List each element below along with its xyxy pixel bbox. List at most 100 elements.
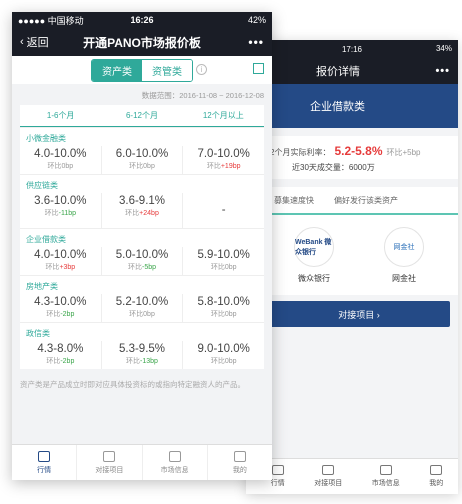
category-label: 供应链类 (20, 174, 264, 193)
tab-projects[interactable]: 对接项目 (77, 445, 143, 480)
table-body: 小微金融类 4.0-10.0% 环比0bp 6.0-10.0% 环比0bp 7.0-10.… (20, 127, 264, 369)
table-header: 1-6个月 6-12个月 12个月以上 (20, 105, 264, 127)
rate-cell[interactable]: 3.6-9.1% 环比+24bp (102, 193, 184, 228)
tab-label: 市场信息 (371, 480, 400, 487)
tab-fast-raise[interactable]: 募集速度快 (274, 195, 314, 206)
rate-range: 5.2-10.0% (115, 296, 169, 308)
tab-me[interactable]: 我的 (208, 445, 272, 480)
category-label: 房地产类 (20, 275, 264, 294)
more-menu-icon[interactable]: ••• (435, 65, 450, 77)
institution-wangjinshe[interactable]: 网金社 网金社 (384, 226, 424, 284)
segmented-control: 资产类 资管类 (91, 58, 193, 82)
change-value: 环比-13bp (126, 358, 158, 365)
change-prefix: 环比 (44, 210, 59, 217)
tab-market[interactable]: 行情 (12, 445, 78, 480)
rate-cell[interactable]: 5.3-9.5% 环比-13bp (102, 341, 184, 369)
change-amount: -11bp (58, 210, 77, 217)
tab-label: 行情 (270, 480, 285, 487)
rate-cell[interactable]: - (183, 193, 264, 228)
rate-range: 4.3-8.0% (37, 343, 84, 355)
tab-market-info[interactable]: 市场信息 (372, 465, 400, 488)
status-time: 16:26 (130, 15, 154, 25)
change-value: 环比-2bp (46, 311, 74, 318)
tab-projects[interactable]: 对接项目 (314, 465, 342, 488)
change-prefix: 环比 (46, 358, 61, 365)
nav-bar: ‹ 返回 开通PANO市场报价板 ••• (12, 28, 272, 56)
rate-cell[interactable]: 4.0-10.0% 环比0bp (20, 146, 102, 174)
tab-label: 行情 (37, 466, 52, 474)
rate-cell[interactable]: 4.3-10.0% 环比-2bp (20, 294, 102, 322)
change-prefix: 环比 (126, 358, 141, 365)
nav-title: 开通PANO市场报价板 (83, 35, 201, 50)
change-text: 环比0bp (183, 356, 264, 366)
status-bar: ●●●●● 中国移动 16:26 42% (12, 12, 272, 28)
chart-icon (379, 465, 392, 475)
tab-market[interactable]: 行情 (271, 465, 285, 488)
change-value: 环比0bp (129, 311, 155, 318)
rate-cell[interactable]: 5.8-10.0% 环比0bp (183, 294, 264, 322)
rate-cell[interactable]: 4.0-10.0% 环比+3bp (20, 247, 102, 275)
change-prefix: 环比 (46, 311, 61, 318)
quote-board-screen: ●●●●● 中国移动 16:26 42% ‹ 返回 开通PANO市场报价板 •••… (12, 12, 272, 480)
rate-cell[interactable]: 4.3-8.0% 环比-2bp (20, 341, 102, 369)
change-amount: -5bp (142, 264, 157, 271)
table-row[interactable]: 4.3-10.0% 环比-2bp 5.2-10.0% 环比0bp 5.8-10.0% 环比… (20, 294, 264, 322)
change-value: 环比0bp (210, 264, 237, 271)
table-row[interactable]: 4.0-10.0% 环比0bp 6.0-10.0% 环比0bp 7.0-10.0% 环比+… (20, 146, 264, 174)
tab-label: 市场信息 (160, 466, 189, 474)
change-prefix: 环比 (125, 210, 140, 217)
change-value: 环比0bp (47, 163, 74, 170)
webank-logo-icon: WeBank 微众银行 (294, 226, 334, 267)
change-value: 环比+19bp (207, 163, 241, 170)
rate-range: 9.0-10.0% (197, 343, 250, 355)
change-text: 环比+24bp (102, 208, 183, 218)
rate-range: 3.6-10.0% (34, 195, 87, 207)
table-row[interactable]: 3.6-10.0% 环比-11bp 3.6-9.1% 环比+24bp - (20, 193, 264, 228)
share-icon[interactable] (253, 63, 264, 74)
footnote: 资产类是产品成立时即对应具体投资标的或指向特定融资人的产品。 (20, 380, 245, 389)
detail-tabs: 募集速度快 偏好发行该类资产 (246, 187, 458, 215)
institution-list: WeBank 微众银行 微众银行 网金社 网金社 (246, 215, 458, 295)
rate-cell[interactable]: 3.6-10.0% 环比-11bp (20, 193, 102, 228)
change-prefix: 环比 (128, 264, 142, 271)
rate-cell[interactable]: 9.0-10.0% 环比0bp (183, 341, 264, 369)
change-value: 环比-5bp (128, 264, 156, 271)
nav-bar: 报价详情 ••• (246, 58, 458, 84)
category-label: 企业借款类 (20, 228, 264, 247)
tab-preferred-issuer[interactable]: 偏好发行该类资产 (334, 195, 398, 206)
segment-asset[interactable]: 资产类 (92, 59, 142, 81)
rate-value: 5.2-5.8% (334, 144, 383, 158)
column-header: 1-6个月 (46, 111, 75, 120)
change-value: 环比+3bp (45, 264, 75, 271)
rate-cell[interactable]: 5.9-10.0% 环比0bp (183, 247, 264, 275)
rate-range: 5.0-10.0% (115, 249, 169, 261)
tab-market-info[interactable]: 市场信息 (143, 445, 208, 480)
tab-label: 对接项目 (95, 466, 124, 474)
institution-webank[interactable]: WeBank 微众银行 微众银行 (294, 226, 334, 284)
projects-icon (322, 465, 335, 475)
rate-range: 7.0-10.0% (197, 148, 250, 160)
rate-cell[interactable]: 6.0-10.0% 环比0bp (102, 146, 184, 174)
table-row[interactable]: 4.3-8.0% 环比-2bp 5.3-9.5% 环比-13bp 9.0-10.0% 环比… (20, 341, 264, 369)
rate-cell[interactable]: 7.0-10.0% 环比+19bp (183, 146, 264, 174)
rate-cell[interactable]: 5.2-10.0% 环比0bp (102, 294, 184, 322)
projects-icon (103, 450, 116, 462)
quote-detail-screen: 17:16 34% 报价详情 ••• 企业借款类 2个月实际利率： 5.2-5.8… (246, 40, 458, 494)
info-icon[interactable]: i (196, 64, 207, 75)
change-text: 环比+19bp (183, 161, 264, 171)
category-label: 小微金融类 (20, 127, 264, 146)
column-header: 12个月以上 (202, 111, 244, 120)
market-icon (38, 450, 51, 462)
user-icon (233, 450, 246, 462)
table-row[interactable]: 4.0-10.0% 环比+3bp 5.0-10.0% 环比-5bp 5.9-10.0% 环… (20, 247, 264, 275)
rate-cell[interactable]: 5.0-10.0% 环比-5bp (102, 247, 184, 275)
rate-line: 2个月实际利率： 5.2-5.8% 环比+5bp (270, 144, 458, 158)
change-text: 环比+3bp (20, 262, 101, 272)
category-hero: 企业借款类 (246, 84, 458, 128)
segment-fund[interactable]: 资管类 (142, 59, 192, 81)
connect-project-button[interactable]: 对接项目 › (268, 301, 450, 327)
change-text: 环比-2bp (20, 309, 101, 319)
rate-summary-card: 2个月实际利率： 5.2-5.8% 环比+5bp 近30天成交量：6000万 (246, 136, 458, 179)
data-range: 数据范围：2016-11-08 ~ 2016-12-08 (141, 91, 264, 100)
tab-me[interactable]: 我的 (429, 465, 443, 488)
